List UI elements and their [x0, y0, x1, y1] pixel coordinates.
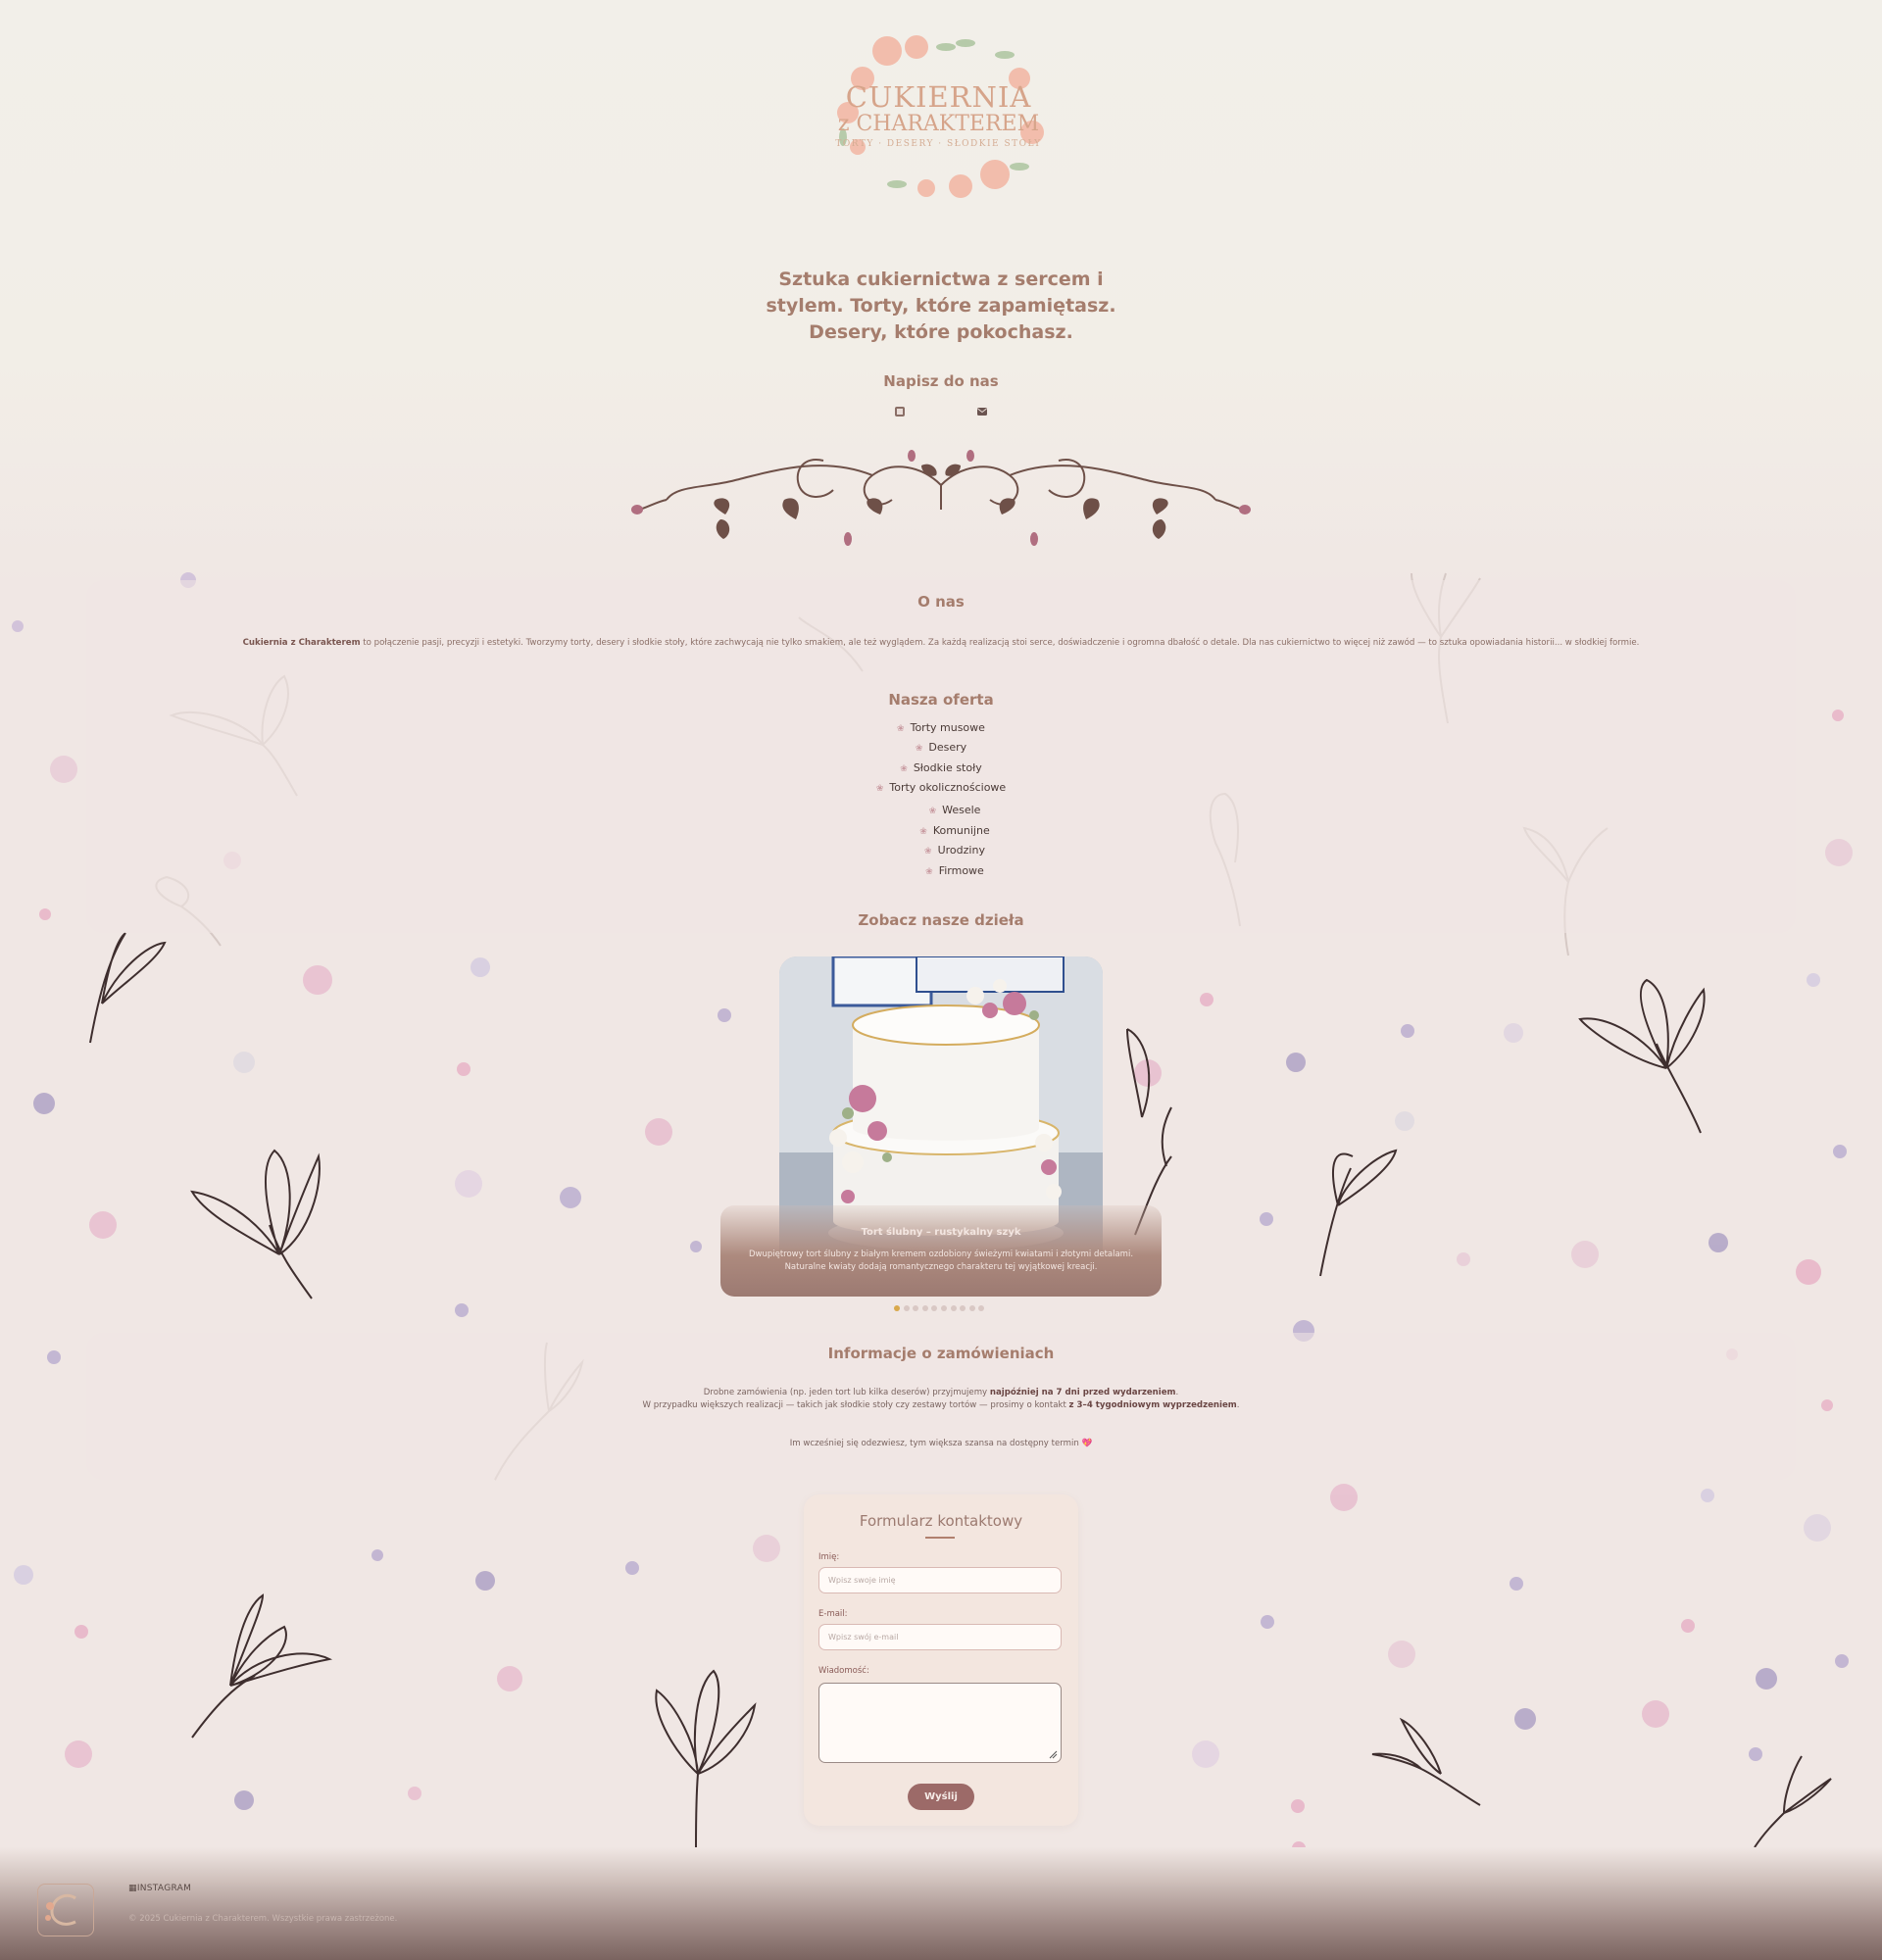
message-label: Wiadomość: [818, 1666, 869, 1676]
caption-description: Dwupiętrowy tort ślubny z białym kremem … [748, 1250, 1134, 1272]
offer-title: Nasza oferta [888, 691, 994, 709]
carousel-dot[interactable] [978, 1305, 985, 1311]
flower-bullet-icon: ❀ [919, 827, 927, 837]
carousel-dot[interactable] [894, 1305, 900, 1311]
name-input[interactable]: Wpisz swoje imię [818, 1567, 1062, 1593]
instagram-icon: ▦ [128, 1884, 137, 1893]
caption-title: Tort ślubny – rustykalny szyk [861, 1227, 1021, 1238]
flower-bullet-icon: ❀ [928, 807, 937, 816]
offer-subitem: ❀ Wesele [928, 804, 981, 816]
flower-bullet-icon: ❀ [900, 764, 908, 774]
offer-subitem: ❀ Firmowe [925, 864, 984, 877]
resize-handle-icon[interactable] [1048, 1749, 1058, 1759]
about-panel [86, 580, 1796, 933]
form-title-underline [925, 1537, 955, 1539]
monogram-c-icon [45, 1893, 76, 1926]
hero-tagline: Sztuka cukiernictwa z sercem i stylem. T… [766, 269, 1116, 343]
email-input[interactable]: Wpisz swój e-mail [818, 1624, 1062, 1650]
offer-subitem: ❀ Urodziny [924, 844, 985, 857]
email-label: E-mail: [818, 1609, 848, 1619]
info-line-2: W przypadku większych realizacji — takic… [642, 1400, 1240, 1410]
carousel-caption: Tort ślubny – rustykalny szyk Dwupiętrow… [720, 1205, 1162, 1297]
carousel-dot[interactable] [941, 1305, 947, 1311]
logo-line-1: CUKIERNIA [845, 80, 1032, 114]
offer-item: ❀ Desery [915, 741, 967, 754]
gallery-title: Zobacz nasze dzieła [858, 911, 1024, 929]
carousel-dot[interactable] [921, 1305, 928, 1311]
carousel-dot[interactable] [931, 1305, 938, 1311]
flower-bullet-icon: ❀ [915, 744, 923, 754]
message-textarea[interactable] [818, 1683, 1062, 1763]
bakery-logo[interactable]: CUKIERNIA z CHARAKTEREM TORTY · DESERY ·… [818, 20, 1059, 211]
carousel-dot[interactable] [903, 1305, 910, 1311]
footer: ▦INSTAGRAM © 2025 Cukiernia z Charaktere… [0, 1847, 1882, 1960]
info-title: Informacje o zamówieniach [827, 1345, 1055, 1362]
carousel-dot[interactable] [960, 1305, 966, 1311]
carousel-dot[interactable] [950, 1305, 957, 1311]
form-title: Formularz kontaktowy [859, 1512, 1023, 1530]
submit-button[interactable]: Wyślij [908, 1784, 974, 1810]
contact-form: Formularz kontaktowy Imię: Wpisz swoje i… [804, 1494, 1078, 1826]
page: CUKIERNIA z CHARAKTEREM TORTY · DESERY ·… [0, 0, 1882, 1960]
flower-bullet-icon: ❀ [924, 847, 932, 857]
offer-item: ❀ Słodkie stoły [900, 761, 982, 774]
footer-logo[interactable] [37, 1884, 94, 1936]
offer-item: ❀ Torty okolicznościowe [875, 781, 1007, 794]
carousel-dot[interactable] [968, 1305, 975, 1311]
flower-bullet-icon: ❀ [925, 867, 933, 877]
carousel-dot[interactable] [913, 1305, 919, 1311]
flower-bullet-icon: ❀ [897, 724, 905, 734]
name-label: Imię: [818, 1552, 840, 1562]
info-line-1: Drobne zamówienia (np. jeden tort lub ki… [703, 1388, 1179, 1397]
logo-line-3: TORTY · DESERY · SŁODKIE STOŁY [835, 139, 1042, 149]
info-line-3: Im wcześniej się odezwiesz, tym większa … [789, 1439, 1093, 1448]
mail-icon[interactable] [976, 406, 988, 417]
contact-heading: Napisz do nas [883, 372, 999, 390]
flower-bullet-icon: ❀ [875, 784, 884, 794]
about-title: O nas [917, 593, 965, 611]
phone-icon[interactable] [894, 406, 906, 417]
logo-line-2: z CHARAKTEREM [837, 112, 1040, 136]
ornamental-flourish-icon [631, 450, 1251, 546]
about-text: Cukiernia z Charakterem to połączenie pa… [108, 638, 1774, 648]
about-body: to połączenie pasji, precyzji i estetyki… [360, 638, 1640, 648]
offer-subitem: ❀ Komunijne [919, 824, 990, 837]
footer-copyright: © 2025 Cukiernia z Charakterem. Wszystki… [128, 1914, 398, 1924]
offer-item: ❀ Torty musowe [897, 721, 985, 734]
instagram-link[interactable]: ▦INSTAGRAM [128, 1884, 191, 1893]
about-brand: Cukiernia z Charakterem [242, 638, 361, 648]
